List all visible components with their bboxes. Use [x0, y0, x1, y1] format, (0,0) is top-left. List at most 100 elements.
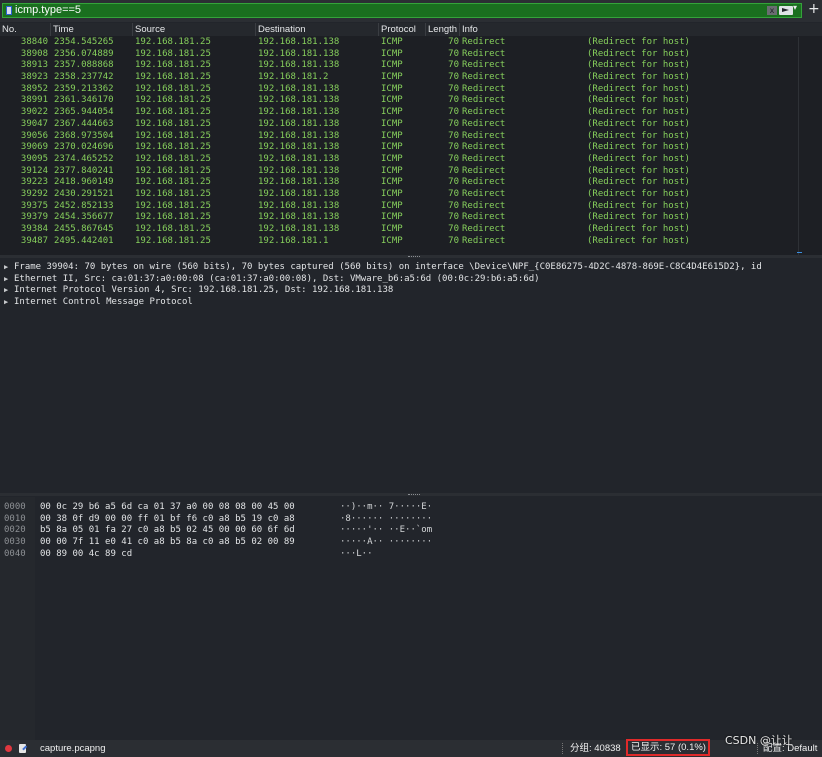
pane-splitter[interactable] [0, 493, 822, 496]
splitter-grip[interactable] [408, 256, 420, 258]
column-header-time[interactable]: Time [51, 23, 133, 36]
packet-row[interactable]: 38908 2356.074889 192.168.181.25 192.168.18… [0, 49, 798, 61]
bookmark-icon[interactable] [6, 6, 12, 15]
cell-extra: (Redirect for host) [587, 60, 690, 71]
add-filter-button[interactable]: + [808, 1, 820, 17]
packet-row[interactable]: 39375 2452.852133 192.168.181.25 192.168.18… [0, 201, 798, 213]
cell-len: 70 [448, 235, 459, 246]
byte-row[interactable]: 0030 00 00 7f 11 e0 41 c0 a8 b5 8a c0 a8 … [0, 537, 822, 549]
cell-len: 70 [448, 200, 459, 211]
displayed-count: 已显示: 57 (0.1%) [626, 739, 710, 756]
filter-history-dropdown-icon[interactable]: ▾ [793, 3, 797, 12]
cell-proto: ICMP [381, 37, 403, 47]
column-header-destination[interactable]: Destination [256, 23, 379, 36]
cell-len: 70 [448, 188, 459, 199]
packet-row[interactable]: 38913 2357.088868 192.168.181.25 192.168.18… [0, 60, 798, 72]
cell-extra: (Redirect for host) [587, 72, 690, 83]
expand-arrow-icon[interactable]: ▶ [4, 297, 8, 309]
expand-arrow-icon[interactable]: ▶ [4, 262, 8, 274]
expert-info-icon[interactable] [5, 745, 12, 752]
cell-time: 2359.213362 [54, 83, 114, 94]
cell-no: 39223 [20, 177, 48, 188]
packet-row[interactable]: 39069 2370.024696 192.168.181.25 192.168.18… [0, 142, 798, 154]
cell-info: Redirect [462, 153, 506, 164]
byte-row[interactable]: 0000 00 0c 29 b6 a5 6d ca 01 37 a0 00 08 … [0, 502, 822, 514]
cell-dst: 192.168.181.138 [258, 224, 340, 234]
display-filter-box: x [2, 3, 802, 18]
cell-len: 70 [448, 107, 459, 118]
cell-time: 2377.840241 [54, 165, 114, 176]
splitter-grip[interactable] [408, 494, 420, 496]
cell-src: 192.168.181.25 [135, 37, 211, 47]
cell-time: 2367.444663 [54, 118, 114, 129]
bytes-ascii: ·8······ ········ [340, 513, 433, 524]
cell-info: Redirect [462, 130, 506, 141]
packet-row[interactable]: 39095 2374.465252 192.168.181.25 192.168.18… [0, 154, 798, 166]
packet-row[interactable]: 39379 2454.356677 192.168.181.25 192.168.18… [0, 212, 798, 224]
expand-arrow-icon[interactable]: ▶ [4, 274, 8, 286]
cell-no: 38952 [20, 83, 48, 94]
cell-len: 70 [448, 37, 459, 47]
column-header-no[interactable]: No. [0, 23, 51, 36]
cell-time: 2368.973504 [54, 130, 114, 141]
detail-ipv4[interactable]: ▶ Internet Protocol Version 4, Src: 192.1… [0, 285, 822, 297]
packet-row[interactable]: 39223 2418.960149 192.168.181.25 192.168.18… [0, 177, 798, 189]
packet-list-pane: No. Time Source Destination Protocol Len… [0, 23, 822, 255]
cell-len: 70 [448, 48, 459, 59]
cell-proto: ICMP [381, 224, 403, 234]
packet-row[interactable]: 39292 2430.291521 192.168.181.25 192.168.18… [0, 189, 798, 201]
cell-len: 70 [448, 83, 459, 94]
cell-info: Redirect [462, 83, 506, 94]
byte-row[interactable]: 0040 00 89 00 4c 89 cd ···L·· [0, 549, 822, 561]
cell-proto: ICMP [381, 72, 403, 83]
packet-row[interactable]: 39384 2455.867645 192.168.181.25 192.168.18… [0, 224, 798, 236]
pane-splitter[interactable] [0, 255, 822, 258]
packet-row[interactable]: 38840 2354.545265 192.168.181.25 192.168.18… [0, 37, 798, 49]
packet-row[interactable]: 38952 2359.213362 192.168.181.25 192.168.18… [0, 84, 798, 96]
packet-row[interactable]: 39047 2367.444663 192.168.181.25 192.168.18… [0, 119, 798, 131]
capture-comment-icon[interactable] [19, 744, 26, 753]
packet-row[interactable]: 38991 2361.346170 192.168.181.25 192.168.18… [0, 95, 798, 107]
cell-info: Redirect [462, 235, 506, 246]
packet-row[interactable]: 39056 2368.973504 192.168.181.25 192.168.18… [0, 131, 798, 143]
detail-icmp[interactable]: ▶ Internet Control Message Protocol [0, 297, 822, 309]
column-header-source[interactable]: Source [133, 23, 256, 36]
bytes-ascii: ·····A·· ········ [340, 537, 433, 548]
cell-no: 39124 [20, 165, 48, 176]
cell-dst: 192.168.181.138 [258, 37, 340, 47]
cell-proto: ICMP [381, 235, 403, 246]
cell-src: 192.168.181.25 [135, 142, 211, 153]
cell-extra: (Redirect for host) [587, 107, 690, 118]
column-header-info[interactable]: Info [460, 23, 822, 36]
byte-row[interactable]: 0020 b5 8a 05 01 fa 27 c0 a8 b5 02 45 00 … [0, 525, 822, 537]
cell-extra: (Redirect for host) [587, 48, 690, 59]
bytes-hex: 00 89 00 4c 89 cd [40, 548, 133, 559]
detail-frame[interactable]: ▶ Frame 39904: 70 bytes on wire (560 bits… [0, 262, 822, 274]
column-header-length[interactable]: Length [426, 23, 460, 36]
bytes-hex: b5 8a 05 01 fa 27 c0 a8 b5 02 45 00 00 6… [40, 525, 295, 536]
cell-proto: ICMP [381, 165, 403, 176]
clear-filter-icon[interactable]: x [767, 6, 777, 15]
packet-list-scrollbar[interactable] [798, 37, 822, 255]
cell-info: Redirect [462, 37, 506, 47]
cell-no: 39056 [20, 130, 48, 141]
bytes-offset: 0030 [4, 537, 26, 548]
packet-row[interactable]: 39022 2365.944054 192.168.181.25 192.168.18… [0, 107, 798, 119]
cell-len: 70 [448, 224, 459, 234]
display-filter-input[interactable] [15, 4, 755, 17]
byte-row[interactable]: 0010 00 38 0f d9 00 00 ff 01 bf f6 c0 a8 … [0, 514, 822, 526]
apply-filter-icon[interactable] [779, 6, 793, 15]
detail-ethernet[interactable]: ▶ Ethernet II, Src: ca:01:37:a0:00:08 (ca… [0, 274, 822, 286]
cell-extra: (Redirect for host) [587, 153, 690, 164]
cell-info: Redirect [462, 142, 506, 153]
column-header-protocol[interactable]: Protocol [379, 23, 426, 36]
expand-arrow-icon[interactable]: ▶ [4, 285, 8, 297]
cell-no: 39022 [20, 107, 48, 118]
packet-row[interactable]: 39487 2495.442401 192.168.181.25 192.168.18… [0, 236, 798, 248]
packet-row[interactable]: 38923 2358.237742 192.168.181.25 192.168.18… [0, 72, 798, 84]
cell-dst: 192.168.181.138 [258, 60, 340, 71]
packet-row[interactable]: 39124 2377.840241 192.168.181.25 192.168.18… [0, 166, 798, 178]
cell-time: 2370.024696 [54, 142, 114, 153]
cell-info: Redirect [462, 177, 506, 188]
cell-proto: ICMP [381, 107, 403, 118]
